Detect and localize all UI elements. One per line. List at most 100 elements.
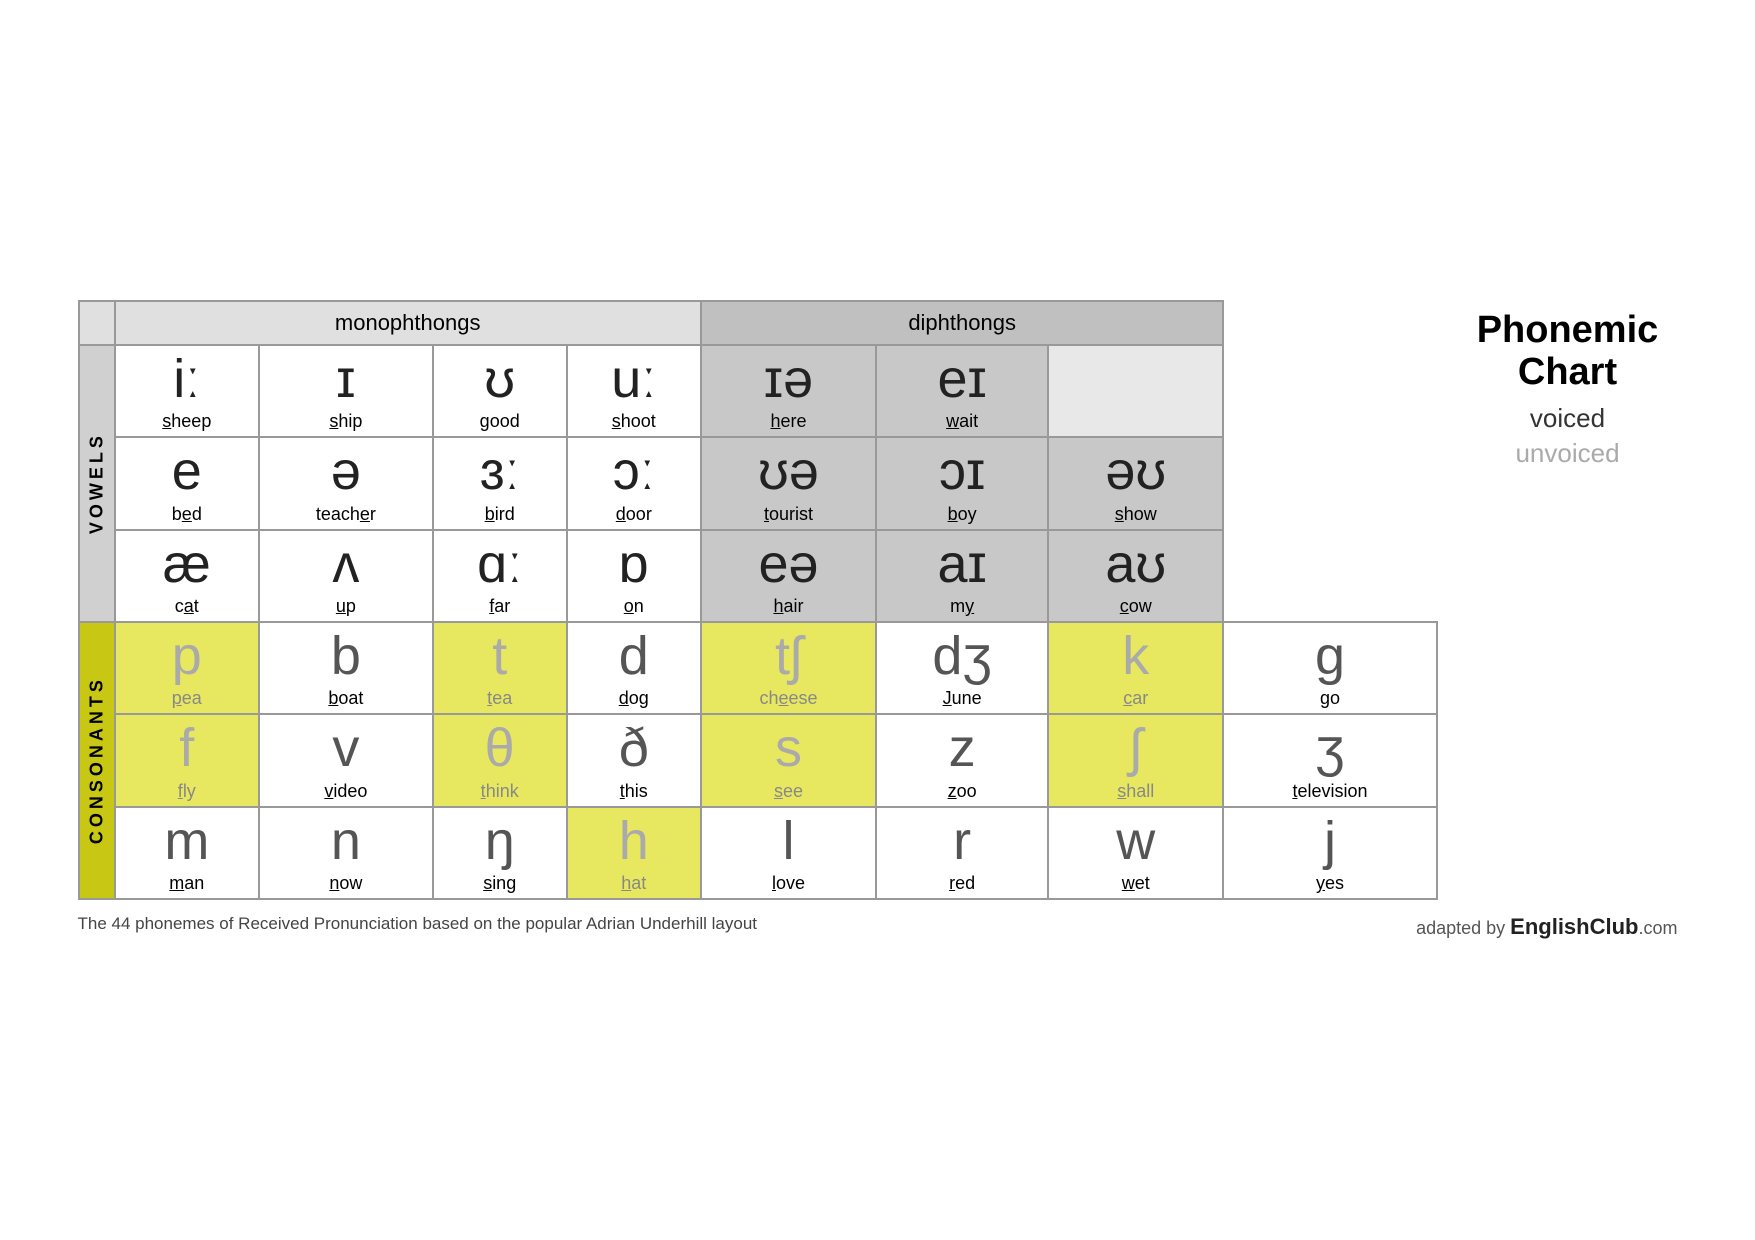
consonant-row: fflyvvideoθthinkðthissseezzooʃshallʒtele… bbox=[79, 714, 1437, 806]
phoneme-symbol: ŋ bbox=[436, 812, 564, 871]
phoneme-symbol: aɪ bbox=[879, 535, 1045, 594]
phoneme-symbol: b bbox=[262, 627, 430, 686]
phoneme-symbol: g bbox=[1226, 627, 1433, 686]
phoneme-symbol: aʊ bbox=[1051, 535, 1220, 594]
vowel-cell: ɒon bbox=[567, 530, 701, 622]
consonant-cell: ggo bbox=[1223, 622, 1436, 714]
vowel-cell: eəhair bbox=[701, 530, 876, 622]
vowel-cell: æcat bbox=[115, 530, 260, 622]
phoneme-symbol: v bbox=[262, 719, 430, 778]
phoneme-symbol: ð bbox=[570, 719, 698, 778]
vowel-cell bbox=[1048, 345, 1223, 437]
phoneme-symbol: e bbox=[118, 442, 257, 501]
consonant-cell: mman bbox=[115, 807, 260, 899]
vowels-label: VOWELS bbox=[79, 345, 115, 622]
consonant-cell: rred bbox=[876, 807, 1048, 899]
phoneme-symbol: ʊ bbox=[436, 350, 564, 409]
vowel-cell: əteacher bbox=[259, 437, 433, 529]
consonant-cell: ppea bbox=[115, 622, 260, 714]
footnote: The 44 phonemes of Received Pronunciatio… bbox=[78, 914, 1678, 940]
vowel-cell: ɪəhere bbox=[701, 345, 876, 437]
phoneme-symbol: ɔɪ bbox=[879, 442, 1045, 501]
vowel-cell: ʌup bbox=[259, 530, 433, 622]
unvoiced-label: unvoiced bbox=[1515, 438, 1619, 469]
page-wrapper: monophthongs diphthongs VOWELSiːsheepɪsh… bbox=[78, 300, 1678, 940]
phoneme-symbol: ə bbox=[262, 442, 430, 501]
consonant-cell: llove bbox=[701, 807, 876, 899]
phoneme-symbol: h bbox=[570, 812, 698, 871]
consonant-cell: vvideo bbox=[259, 714, 433, 806]
vowel-cell: aʊcow bbox=[1048, 530, 1223, 622]
diphthongs-header: diphthongs bbox=[701, 301, 1224, 345]
footnote-left: The 44 phonemes of Received Pronunciatio… bbox=[78, 914, 758, 940]
consonant-cell: wwet bbox=[1048, 807, 1223, 899]
corner-cell bbox=[79, 301, 115, 345]
phoneme-symbol: ʌ bbox=[262, 535, 430, 594]
vowel-cell: ɔɪboy bbox=[876, 437, 1048, 529]
consonant-cell: θthink bbox=[433, 714, 567, 806]
phoneme-symbol: t bbox=[436, 627, 564, 686]
phoneme-symbol: ɪə bbox=[704, 350, 873, 409]
consonant-cell: ʒtelevision bbox=[1223, 714, 1436, 806]
consonant-cell: tʃcheese bbox=[701, 622, 876, 714]
consonant-cell: ddog bbox=[567, 622, 701, 714]
phoneme-symbol: ʊə bbox=[704, 442, 873, 501]
footnote-brand: EnglishClub bbox=[1510, 914, 1638, 939]
voiced-label: voiced bbox=[1530, 403, 1605, 434]
vowel-cell: ʊgood bbox=[433, 345, 567, 437]
vowel-cell: iːsheep bbox=[115, 345, 260, 437]
footnote-prefix: adapted by bbox=[1416, 918, 1510, 938]
consonant-cell: ttea bbox=[433, 622, 567, 714]
phoneme-symbol: d bbox=[570, 627, 698, 686]
vowel-cell: ɪship bbox=[259, 345, 433, 437]
phoneme-symbol: p bbox=[118, 627, 257, 686]
phoneme-symbol: m bbox=[118, 812, 257, 871]
consonant-cell: ʃshall bbox=[1048, 714, 1223, 806]
phoneme-symbol: w bbox=[1051, 812, 1220, 871]
vowel-cell: ebed bbox=[115, 437, 260, 529]
consonant-cell: ssee bbox=[701, 714, 876, 806]
phoneme-symbol: ɑː bbox=[436, 535, 564, 594]
legend-box: Phonemic Chart voiced unvoiced bbox=[1458, 300, 1678, 470]
phoneme-symbol: z bbox=[879, 719, 1045, 778]
phonemic-chart: monophthongs diphthongs VOWELSiːsheepɪsh… bbox=[78, 300, 1438, 900]
consonant-cell: ffly bbox=[115, 714, 260, 806]
vowel-cell: aɪmy bbox=[876, 530, 1048, 622]
consonant-cell: zzoo bbox=[876, 714, 1048, 806]
monophthongs-header: monophthongs bbox=[115, 301, 701, 345]
phoneme-symbol: ɒ bbox=[570, 535, 698, 594]
phoneme-symbol: s bbox=[704, 719, 873, 778]
vowel-cell: eɪwait bbox=[876, 345, 1048, 437]
consonant-cell: dʒJune bbox=[876, 622, 1048, 714]
consonants-label: CONSONANTS bbox=[79, 622, 115, 899]
header-row: monophthongs diphthongs bbox=[79, 301, 1437, 345]
top-section: monophthongs diphthongs VOWELSiːsheepɪsh… bbox=[78, 300, 1678, 900]
phoneme-symbol: r bbox=[879, 812, 1045, 871]
phoneme-symbol: j bbox=[1226, 812, 1433, 871]
vowel-row: VOWELSiːsheepɪshipʊgooduːshootɪəhereeɪwa… bbox=[79, 345, 1437, 437]
consonant-cell: jyes bbox=[1223, 807, 1436, 899]
vowel-cell: ɑːfar bbox=[433, 530, 567, 622]
consonant-cell: hhat bbox=[567, 807, 701, 899]
phoneme-symbol: ɔː bbox=[570, 442, 698, 501]
consonant-row: mmannnowŋsinghhatlloverredwwetjyes bbox=[79, 807, 1437, 899]
phoneme-symbol: dʒ bbox=[879, 627, 1045, 686]
phoneme-symbol: ɪ bbox=[262, 350, 430, 409]
vowel-row: æcatʌupɑːfarɒoneəhairaɪmyaʊcow bbox=[79, 530, 1437, 622]
consonant-cell: bboat bbox=[259, 622, 433, 714]
consonant-cell: ðthis bbox=[567, 714, 701, 806]
vowel-cell: ʊətourist bbox=[701, 437, 876, 529]
chart-title: Phonemic Chart bbox=[1458, 310, 1678, 394]
phoneme-symbol: ɜː bbox=[436, 442, 564, 501]
phoneme-symbol: iː bbox=[118, 350, 257, 409]
phoneme-symbol: l bbox=[704, 812, 873, 871]
vowel-cell: əʊshow bbox=[1048, 437, 1223, 529]
phoneme-symbol: θ bbox=[436, 719, 564, 778]
consonant-row: CONSONANTSppeabboattteaddogtʃcheesedʒJun… bbox=[79, 622, 1437, 714]
phoneme-symbol: eə bbox=[704, 535, 873, 594]
phoneme-symbol: tʃ bbox=[704, 627, 873, 686]
vowel-cell: ɔːdoor bbox=[567, 437, 701, 529]
phoneme-symbol: æ bbox=[118, 535, 257, 594]
phoneme-symbol: ʃ bbox=[1051, 719, 1220, 778]
consonant-cell: kcar bbox=[1048, 622, 1223, 714]
